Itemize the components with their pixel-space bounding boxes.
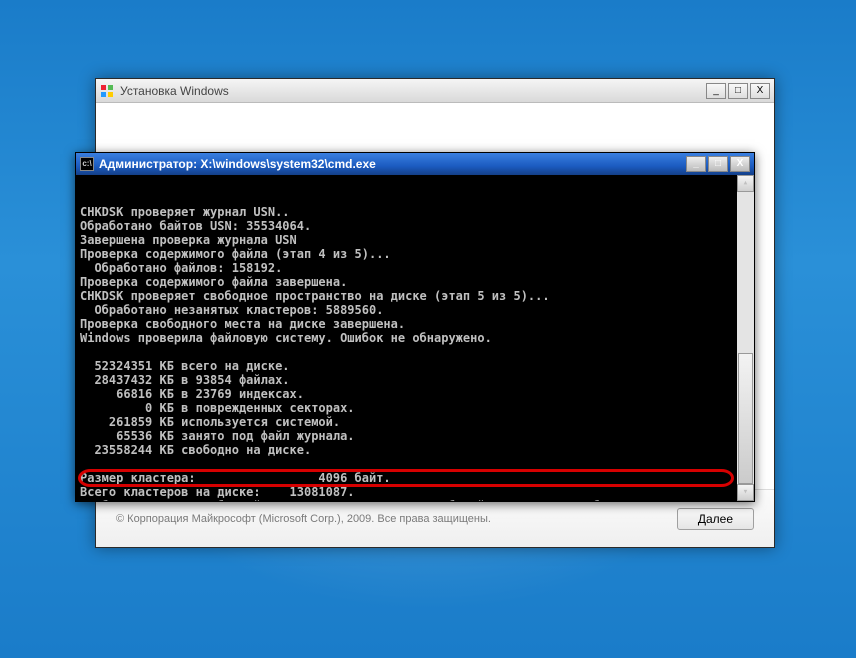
cmd-output[interactable]: CHKDSK проверяет журнал USN..Обработано … bbox=[76, 175, 754, 501]
cmd-icon: c:\ bbox=[80, 157, 94, 171]
close-button[interactable]: X bbox=[750, 83, 770, 99]
cmd-output-line: Всего кластеров на диске: 13081087. bbox=[80, 485, 750, 499]
cmd-output-line: Проверка свободного места на диске завер… bbox=[80, 317, 750, 331]
cmd-output-line: 28437432 КБ в 93854 файлах. bbox=[80, 373, 750, 387]
installer-window-controls: _ □ X bbox=[704, 83, 770, 99]
cmd-output-line: Обработано байтов USN: 35534064. bbox=[80, 219, 750, 233]
cmd-output-line bbox=[80, 345, 750, 359]
cmd-titlebar[interactable]: c:\ Администратор: X:\windows\system32\c… bbox=[76, 153, 754, 175]
installer-title: Установка Windows bbox=[120, 84, 704, 98]
cmd-output-line: Ошибка передачи сообщений о регистрации … bbox=[80, 499, 750, 501]
cmd-output-line: Windows проверила файловую систему. Ошиб… bbox=[80, 331, 750, 345]
cmd-output-line: 65536 КБ занято под файл журнала. bbox=[80, 429, 750, 443]
cmd-window: c:\ Администратор: X:\windows\system32\c… bbox=[75, 152, 755, 502]
copyright-text: © Корпорация Майкрософт (Microsoft Corp.… bbox=[116, 513, 677, 525]
scroll-track[interactable] bbox=[737, 192, 754, 484]
cmd-output-line: 0 КБ в поврежденных секторах. bbox=[80, 401, 750, 415]
minimize-button[interactable]: _ bbox=[706, 83, 726, 99]
cmd-output-line bbox=[80, 457, 750, 471]
cmd-output-line: Обработано файлов: 158192. bbox=[80, 261, 750, 275]
cmd-title: Администратор: X:\windows\system32\cmd.e… bbox=[99, 157, 684, 171]
cmd-output-line: 52324351 КБ всего на диске. bbox=[80, 359, 750, 373]
cmd-output-line: 23558244 КБ свободно на диске. bbox=[80, 443, 750, 457]
cmd-output-line: 66816 КБ в 23769 индексах. bbox=[80, 387, 750, 401]
maximize-button[interactable]: □ bbox=[728, 83, 748, 99]
cmd-output-line: Проверка содержимого файла завершена. bbox=[80, 275, 750, 289]
cmd-output-line: Проверка содержимого файла (этап 4 из 5)… bbox=[80, 247, 750, 261]
cmd-output-line: CHKDSK проверяет журнал USN.. bbox=[80, 205, 750, 219]
cmd-output-line: Размер кластера: 4096 байт. bbox=[80, 471, 750, 485]
windows-flag-icon bbox=[100, 84, 114, 98]
cmd-output-line: CHKDSK проверяет свободное пространство … bbox=[80, 289, 750, 303]
minimize-button[interactable]: _ bbox=[686, 156, 706, 172]
cmd-scrollbar[interactable]: ▴ ▾ bbox=[737, 175, 754, 501]
scroll-up-button[interactable]: ▴ bbox=[737, 175, 754, 192]
scroll-thumb[interactable] bbox=[738, 353, 753, 484]
close-button[interactable]: X bbox=[730, 156, 750, 172]
cmd-output-line: Обработано незанятых кластеров: 5889560. bbox=[80, 303, 750, 317]
next-button[interactable]: Далее bbox=[677, 508, 754, 530]
cmd-output-line: Завершена проверка журнала USN bbox=[80, 233, 750, 247]
maximize-button[interactable]: □ bbox=[708, 156, 728, 172]
scroll-down-button[interactable]: ▾ bbox=[737, 484, 754, 501]
cmd-output-line: 261859 КБ используется системой. bbox=[80, 415, 750, 429]
installer-titlebar[interactable]: Установка Windows _ □ X bbox=[96, 79, 774, 103]
cmd-window-controls: _ □ X bbox=[684, 156, 750, 172]
